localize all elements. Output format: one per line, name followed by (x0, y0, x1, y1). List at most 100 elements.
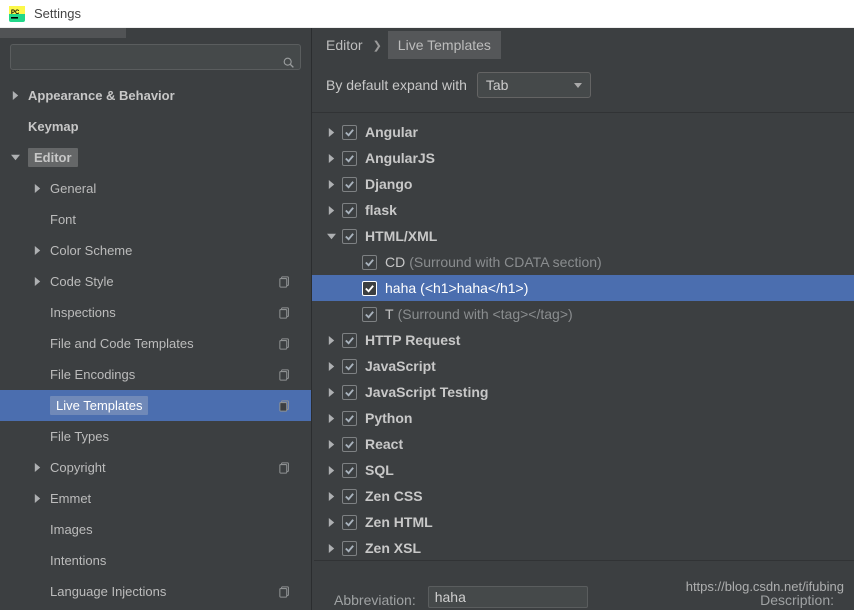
sidebar-item-inspections[interactable]: Inspections (0, 297, 311, 328)
sidebar-item-language-injections[interactable]: Language Injections (0, 576, 311, 607)
template-group-zen-xsl[interactable]: Zen XSL (312, 535, 854, 561)
checkbox[interactable] (342, 151, 357, 166)
template-group-flask[interactable]: flask (312, 197, 854, 223)
sidebar-search-input[interactable] (10, 44, 301, 70)
search-icon (281, 55, 295, 69)
chevron-right-icon (324, 411, 338, 425)
sidebar-item-intentions[interactable]: Intentions (0, 545, 311, 576)
scheme-icon (278, 275, 291, 288)
checkbox[interactable] (342, 385, 357, 400)
template-item-haha[interactable]: haha (<h1>haha</h1>) (312, 275, 854, 301)
chevron-down-icon (8, 151, 22, 165)
template-group-react[interactable]: React (312, 431, 854, 457)
template-item-cd[interactable]: CD (Surround with CDATA section) (312, 249, 854, 275)
template-description: (<h1>haha</h1>) (420, 280, 528, 296)
sidebar-item-general[interactable]: General (0, 173, 311, 204)
chevron-down-icon (324, 229, 338, 243)
chevron-right-icon (324, 489, 338, 503)
checkbox[interactable] (362, 281, 377, 296)
sidebar-item-live-templates[interactable]: Live Templates (0, 390, 311, 421)
abbreviation-field[interactable]: haha (428, 586, 588, 608)
chevron-right-icon (30, 492, 44, 506)
template-group-html-xml[interactable]: HTML/XML (312, 223, 854, 249)
template-group-django[interactable]: Django (312, 171, 854, 197)
template-item-t[interactable]: T (Surround with <tag></tag>) (312, 301, 854, 327)
template-label: SQL (365, 462, 394, 478)
description-label: Description: (760, 592, 834, 608)
breadcrumb-root[interactable]: Editor (326, 37, 363, 53)
checkbox[interactable] (362, 307, 377, 322)
checkbox[interactable] (342, 437, 357, 452)
expand-with-label: By default expand with (326, 77, 467, 93)
template-label: Zen CSS (365, 488, 423, 504)
template-group-python[interactable]: Python (312, 405, 854, 431)
checkbox[interactable] (342, 359, 357, 374)
breadcrumb-leaf: Live Templates (388, 31, 501, 59)
sidebar-item-color-scheme[interactable]: Color Scheme (0, 235, 311, 266)
template-label: HTTP Request (365, 332, 460, 348)
checkbox[interactable] (342, 489, 357, 504)
template-label: Python (365, 410, 412, 426)
chevron-right-icon (324, 203, 338, 217)
sidebar-item-editor[interactable]: Editor (0, 142, 311, 173)
content-pane: Editor ❯ Live Templates By default expan… (312, 28, 854, 610)
watermark: https://blog.csdn.net/ifubing (686, 579, 844, 594)
checkbox[interactable] (342, 229, 357, 244)
template-group-zen-html[interactable]: Zen HTML (312, 509, 854, 535)
sidebar-item-label: File Encodings (50, 367, 135, 382)
sidebar-search-row (0, 38, 311, 76)
sidebar-item-file-encodings[interactable]: File Encodings (0, 359, 311, 390)
scheme-icon (278, 399, 291, 412)
sidebar-item-label: File and Code Templates (50, 336, 194, 351)
sidebar-item-code-style[interactable]: Code Style (0, 266, 311, 297)
checkbox[interactable] (342, 411, 357, 426)
template-label: haha (385, 280, 416, 296)
template-group-sql[interactable]: SQL (312, 457, 854, 483)
template-group-angular[interactable]: Angular (312, 119, 854, 145)
sidebar-item-keymap[interactable]: Keymap (0, 111, 311, 142)
scheme-icon (278, 306, 291, 319)
sidebar-item-label: Copyright (50, 460, 106, 475)
template-group-http-request[interactable]: HTTP Request (312, 327, 854, 353)
chevron-down-icon (574, 83, 582, 88)
chevron-right-icon (324, 541, 338, 555)
sidebar-item-appearance-behavior[interactable]: Appearance & Behavior (0, 80, 311, 111)
template-group-javascript[interactable]: JavaScript (312, 353, 854, 379)
template-label: CD (385, 254, 405, 270)
template-label: AngularJS (365, 150, 435, 166)
sidebar-item-file-types[interactable]: File Types (0, 421, 311, 452)
sidebar-item-label: Intentions (50, 553, 106, 568)
checkbox[interactable] (342, 203, 357, 218)
sidebar-item-label: General (50, 181, 96, 196)
template-group-javascript-testing[interactable]: JavaScript Testing (312, 379, 854, 405)
chevron-right-icon (324, 125, 338, 139)
checkbox[interactable] (342, 541, 357, 556)
chevron-right-icon (324, 333, 338, 347)
checkbox[interactable] (342, 125, 357, 140)
checkbox[interactable] (342, 333, 357, 348)
template-group-zen-css[interactable]: Zen CSS (312, 483, 854, 509)
sidebar-item-file-and-code-templates[interactable]: File and Code Templates (0, 328, 311, 359)
template-group-angularjs[interactable]: AngularJS (312, 145, 854, 171)
expand-with-dropdown[interactable]: Tab (477, 72, 591, 98)
sidebar-item-font[interactable]: Font (0, 204, 311, 235)
sidebar-item-images[interactable]: Images (0, 514, 311, 545)
checkbox[interactable] (362, 255, 377, 270)
breadcrumb: Editor ❯ Live Templates (312, 28, 854, 62)
chevron-right-icon (324, 463, 338, 477)
checkbox[interactable] (342, 177, 357, 192)
template-label: JavaScript (365, 358, 436, 374)
template-list: Angular AngularJS DjangoflaskHTML/XMLCD (S… (312, 113, 854, 610)
sidebar-item-emmet[interactable]: Emmet (0, 483, 311, 514)
checkbox[interactable] (342, 463, 357, 478)
chevron-right-icon (324, 437, 338, 451)
chevron-right-icon: ❯ (373, 39, 382, 52)
checkbox[interactable] (342, 515, 357, 530)
sidebar-item-copyright[interactable]: Copyright (0, 452, 311, 483)
sidebar-item-label: Appearance & Behavior (28, 88, 175, 103)
chevron-right-icon (324, 151, 338, 165)
template-label: React (365, 436, 403, 452)
titlebar: PC Settings (0, 0, 854, 28)
chevron-right-icon (30, 182, 44, 196)
chevron-right-icon (30, 461, 44, 475)
